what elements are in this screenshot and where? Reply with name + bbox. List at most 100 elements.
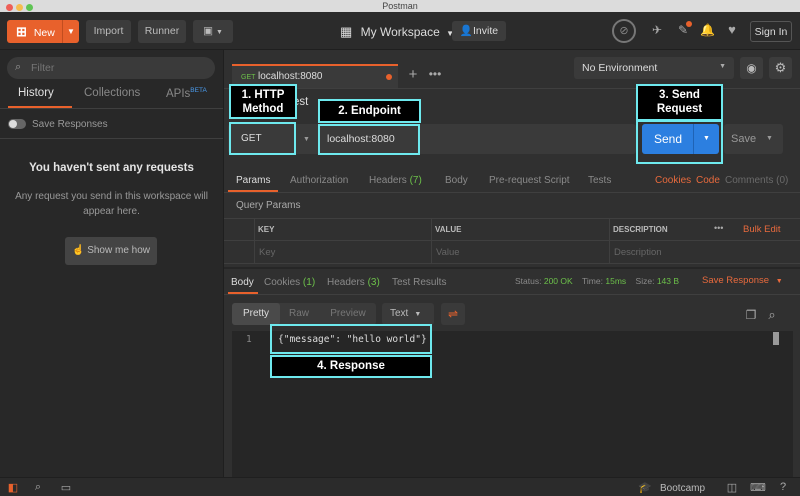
two-pane-icon[interactable]: ◫ [725,481,739,494]
divider [0,138,223,139]
comments-link[interactable]: Comments (0) [725,175,788,186]
col-value: VALUE [435,225,462,234]
chevron-down-icon: ▼ [414,311,422,318]
divider [224,294,800,295]
cookies-link[interactable]: Cookies [655,175,691,186]
notification-dot [686,21,692,27]
status-bar: ◧ ⌕ ▭ 🎓 Bootcamp ◫ ⌨ ? [0,477,800,496]
tab-tests[interactable]: Tests [588,175,611,186]
save-response-button[interactable]: Save Response ▼ [702,275,783,286]
more-options-icon[interactable]: ••• [714,223,723,233]
grid-icon: ▦ [340,24,353,39]
empty-state-title: You haven't sent any requests [29,162,194,174]
annotation-response: 4. Response [270,355,432,378]
save-responses-label: Save Responses [32,119,108,130]
new-button[interactable]: ⊞ New ▼ [7,20,79,43]
environment-select[interactable]: No Environment ▼ [574,57,734,79]
pretty-button[interactable]: Pretty [232,303,280,325]
window-titlebar: Postman [0,0,800,12]
help-icon[interactable]: ? [776,481,790,493]
keyboard-icon[interactable]: ⌨ [750,481,766,494]
heart-icon[interactable]: ♥ [725,22,739,37]
close-window-icon[interactable] [6,4,13,11]
divider [0,108,223,109]
annotation-send-request: 3. Send Request [636,84,723,121]
tab-headers[interactable]: Headers (7) [369,175,422,186]
import-button[interactable]: Import [86,20,131,43]
tab-history[interactable]: History [18,87,54,99]
gear-icon[interactable]: ⚙ [769,57,792,79]
response-tab-cookies[interactable]: Cookies (1) [264,277,315,288]
response-tab-headers[interactable]: Headers (3) [327,277,380,288]
graduation-cap-icon[interactable]: 🎓 [638,481,652,494]
new-window-button[interactable]: ▣ ▼ [193,20,233,43]
invite-button[interactable]: 👤Invite [452,21,506,41]
request-tab-method: GET [241,74,256,81]
search-icon[interactable]: ⌕ [765,307,779,323]
sync-status-icon[interactable]: ⊘ [612,19,636,43]
tab-collections[interactable]: Collections [84,87,140,99]
bell-icon[interactable]: 🔔 [700,23,715,37]
format-select[interactable]: Text ▼ [382,303,434,325]
window-title: Postman [382,1,418,11]
code-link[interactable]: Code [696,175,720,186]
satellite-icon[interactable]: ✈ [650,23,664,37]
unsaved-dot-icon[interactable] [386,74,392,80]
zoom-window-icon[interactable] [26,4,33,11]
header-toolbar: ⊞ New ▼ Import Runner ▣ ▼ ▦ My Workspace… [0,12,800,50]
more-tabs-icon[interactable]: ••• [426,67,444,81]
http-method-highlight [229,122,296,155]
copy-icon[interactable]: ❐ [744,308,758,322]
description-input[interactable]: Description [614,247,662,258]
tab-body[interactable]: Body [445,175,468,186]
sidebar-toggle-icon[interactable]: ◧ [7,481,19,494]
response-tab-test-results[interactable]: Test Results [392,277,446,288]
chevron-down-icon[interactable]: ▼ [62,20,79,43]
editor-scrollbar[interactable] [773,332,779,345]
status-value: 200 OK [543,276,573,286]
console-icon[interactable]: ▭ [59,481,73,494]
minimize-window-icon[interactable] [16,4,23,11]
chevron-down-icon: ▼ [215,29,223,36]
add-tab-icon[interactable]: + [404,67,422,82]
tab-authorization[interactable]: Authorization [290,175,348,186]
bootcamp-link[interactable]: Bootcamp [660,483,705,494]
add-user-icon: 👤 [459,25,473,37]
save-responses-toggle[interactable] [8,119,26,129]
empty-state-text: Any request you send in this workspace w… [15,191,208,217]
sign-in-button[interactable]: Sign In [750,21,792,42]
save-button[interactable]: Save ▼ [724,124,783,154]
filter-input[interactable] [31,60,201,76]
divider [224,218,800,219]
chevron-down-icon[interactable]: ▼ [766,135,773,142]
divider [224,192,800,193]
col-description: DESCRIPTION [613,225,668,234]
show-me-how-button[interactable]: ☝ Show me how [65,237,157,265]
tab-apis[interactable]: APIsBETA [166,87,207,100]
query-params-title: Query Params [236,200,301,211]
request-tab-url: localhost:8080 [258,71,323,82]
filter-input-wrapper[interactable]: ⌕ [7,57,215,79]
tab-prerequest-script[interactable]: Pre-request Script [489,175,570,186]
endpoint-highlight [318,124,420,155]
eye-icon[interactable]: ◉ [740,57,763,79]
workspace-switcher[interactable]: ▦ My Workspace ▼ [340,24,454,40]
wrench-icon[interactable]: ✎ [676,21,692,37]
raw-button[interactable]: Raw [284,303,314,325]
window-plus-icon: ▣ [203,25,214,37]
divider [224,240,800,241]
preview-button[interactable]: Preview [324,303,372,325]
bulk-edit-link[interactable]: Bulk Edit [743,224,781,235]
divider [224,263,800,264]
chevron-down-icon[interactable]: ▼ [303,136,310,143]
find-icon[interactable]: ⌕ [32,481,44,494]
wrap-lines-icon[interactable]: ⇌ [441,303,465,325]
chevron-down-icon: ▼ [775,278,783,285]
response-highlight [270,324,432,354]
sidebar: ⌕ History Collections APIsBETA Save Resp… [0,50,224,477]
key-input[interactable]: Key [259,247,275,258]
value-input[interactable]: Value [436,247,460,258]
response-tab-body[interactable]: Body [231,277,254,288]
runner-button[interactable]: Runner [138,20,186,43]
tab-params[interactable]: Params [236,175,270,186]
